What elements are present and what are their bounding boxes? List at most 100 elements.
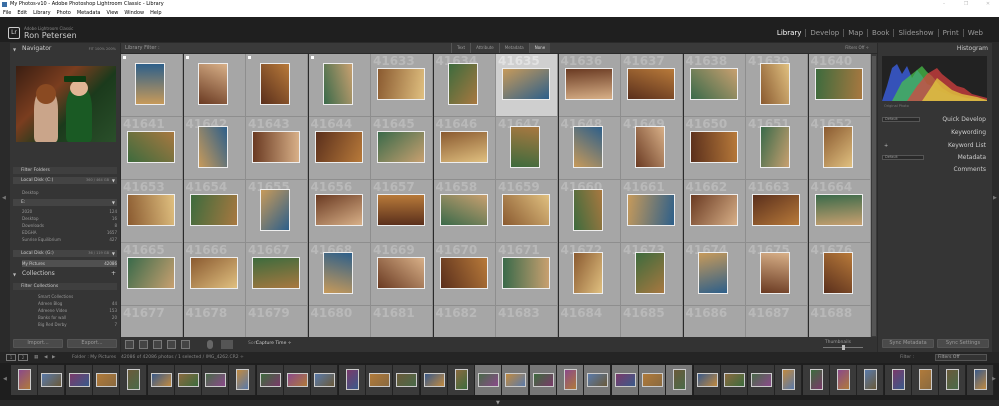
compare-view-icon[interactable] (153, 340, 162, 349)
filmstrip-thumbnail[interactable] (696, 373, 718, 387)
grid-cell[interactable]: 41671 (496, 243, 558, 306)
menu-view[interactable]: View (104, 9, 122, 17)
filmstrip-thumbnail[interactable] (641, 373, 663, 387)
filmstrip-cell[interactable] (748, 365, 776, 395)
grid-cell[interactable]: 41637 (621, 54, 683, 117)
painter-icon[interactable] (207, 340, 213, 349)
filmstrip-cell[interactable] (65, 365, 93, 395)
photo-thumbnail[interactable] (377, 257, 425, 289)
filmstrip-cell[interactable] (939, 365, 967, 395)
histogram-header[interactable]: Histogram (957, 45, 988, 52)
filmstrip-thumbnail[interactable] (423, 373, 445, 387)
photo-thumbnail[interactable] (572, 189, 603, 231)
metadata-header[interactable]: Metadata (958, 154, 986, 161)
grid-view-icon[interactable] (125, 340, 134, 349)
photo-thumbnail[interactable] (252, 257, 300, 289)
filmstrip-thumbnail[interactable] (314, 373, 336, 387)
menu-photo[interactable]: Photo (54, 9, 74, 17)
photo-thumbnail[interactable] (627, 194, 675, 226)
filmstrip-thumbnail[interactable] (454, 369, 468, 390)
page-2-button[interactable]: 2 (18, 354, 28, 361)
photo-thumbnail[interactable] (564, 68, 613, 100)
photo-thumbnail[interactable] (127, 131, 175, 163)
collections-header[interactable]: ▼ Collections + (10, 270, 120, 278)
loupe-view-icon[interactable] (139, 340, 148, 349)
filmstrip-cell[interactable] (529, 365, 557, 395)
navigator-zoom[interactable]: FIT 100% 200% (89, 45, 116, 53)
grid-cell[interactable]: 41633 (371, 54, 433, 117)
photo-thumbnail[interactable] (260, 189, 290, 231)
photo-thumbnail[interactable] (814, 194, 863, 226)
filter-dropdown[interactable]: Filters Off (935, 354, 987, 361)
menu-help[interactable]: Help (147, 9, 164, 17)
grid-scrollbar[interactable] (871, 54, 877, 337)
grid-cell[interactable]: 41651 (746, 117, 808, 180)
photo-thumbnail[interactable] (439, 194, 488, 226)
module-web[interactable]: Web (962, 29, 987, 37)
grid-cell[interactable]: 41674 (683, 243, 746, 306)
histogram-chart[interactable] (882, 56, 987, 101)
photo-thumbnail[interactable] (447, 63, 478, 105)
grid-cell[interactable]: 41670 (433, 243, 496, 306)
grid-cell[interactable] (308, 54, 371, 117)
page-1-button[interactable]: 1 (6, 354, 16, 361)
grid-cell[interactable]: 41644 (308, 117, 371, 180)
filmstrip-cell[interactable] (120, 365, 148, 395)
photo-thumbnail[interactable] (502, 257, 550, 289)
filmstrip-cell[interactable] (229, 365, 257, 395)
filmstrip-cell[interactable] (475, 365, 503, 395)
grid-cell[interactable]: 41675 (746, 243, 808, 306)
filmstrip-thumbnail[interactable] (18, 369, 31, 390)
add-collection-icon[interactable]: + (111, 270, 116, 278)
filmstrip-cell[interactable] (338, 365, 366, 395)
grid-cell[interactable]: 41649 (621, 117, 683, 180)
back-arrow-icon[interactable]: ◀ (44, 352, 47, 363)
grid-cell[interactable]: 41645 (371, 117, 433, 180)
photo-thumbnail[interactable] (377, 68, 425, 100)
module-develop[interactable]: Develop (805, 29, 843, 37)
folder-row[interactable]: Sunrise Equilibrium 427 (22, 236, 117, 243)
collection-row[interactable]: Big Red Derby 7 (38, 321, 117, 328)
filmstrip-thumbnail[interactable] (177, 373, 199, 387)
grid-cell[interactable]: 41641 (121, 117, 183, 180)
filmstrip-cell[interactable] (284, 365, 311, 395)
photo-thumbnail[interactable] (252, 131, 300, 163)
filmstrip-thumbnail[interactable] (236, 369, 250, 390)
module-library[interactable]: Library (773, 29, 805, 37)
filmstrip-cell[interactable] (420, 365, 448, 395)
grid-cell[interactable]: 41646 (433, 117, 496, 180)
collection-row[interactable]: Adreene Video 153 (38, 307, 117, 314)
export-button[interactable]: Export... (67, 339, 117, 348)
filmstrip-cell[interactable] (775, 365, 803, 395)
filmstrip-cell[interactable] (311, 365, 339, 395)
minimize-button[interactable]: – (933, 0, 955, 9)
menu-library[interactable]: Library (30, 9, 53, 17)
grid-cell[interactable]: 41667 (246, 243, 308, 306)
grid-cell[interactable]: 41648 (558, 117, 621, 180)
folder-row[interactable]: Downloads 8 (22, 222, 117, 229)
filter-tab-none[interactable]: None (528, 43, 551, 53)
grid-cell[interactable]: 41659 (496, 180, 558, 243)
photo-thumbnail[interactable] (760, 252, 790, 294)
thumbnail-slider-handle[interactable] (842, 345, 845, 350)
grid-cell[interactable] (246, 54, 308, 117)
filmstrip-thumbnail[interactable] (41, 373, 63, 387)
photo-thumbnail[interactable] (377, 131, 425, 163)
source-label[interactable]: Folder : My Pictures (72, 352, 116, 363)
filmstrip-thumbnail[interactable] (837, 369, 850, 390)
photo-thumbnail[interactable] (822, 252, 853, 294)
sort-direction-icon[interactable] (221, 340, 233, 349)
filmstrip-cell[interactable] (802, 365, 830, 395)
module-slideshow[interactable]: Slideshow (893, 29, 937, 37)
photo-thumbnail[interactable] (689, 131, 738, 163)
folder-row[interactable]: Desktop 16 (22, 215, 117, 222)
filmstrip-cell[interactable] (966, 365, 994, 395)
comments-header[interactable]: Comments (953, 166, 986, 173)
filter-tab-text[interactable]: Text (451, 43, 470, 53)
photo-thumbnail[interactable] (572, 126, 603, 168)
grid-cell[interactable]: 41652 (808, 117, 871, 180)
filter-collections[interactable]: Filter Collections (13, 283, 117, 290)
folder-desktop[interactable]: Desktop (22, 189, 117, 196)
photo-thumbnail[interactable] (439, 131, 488, 163)
survey-view-icon[interactable] (167, 340, 176, 349)
